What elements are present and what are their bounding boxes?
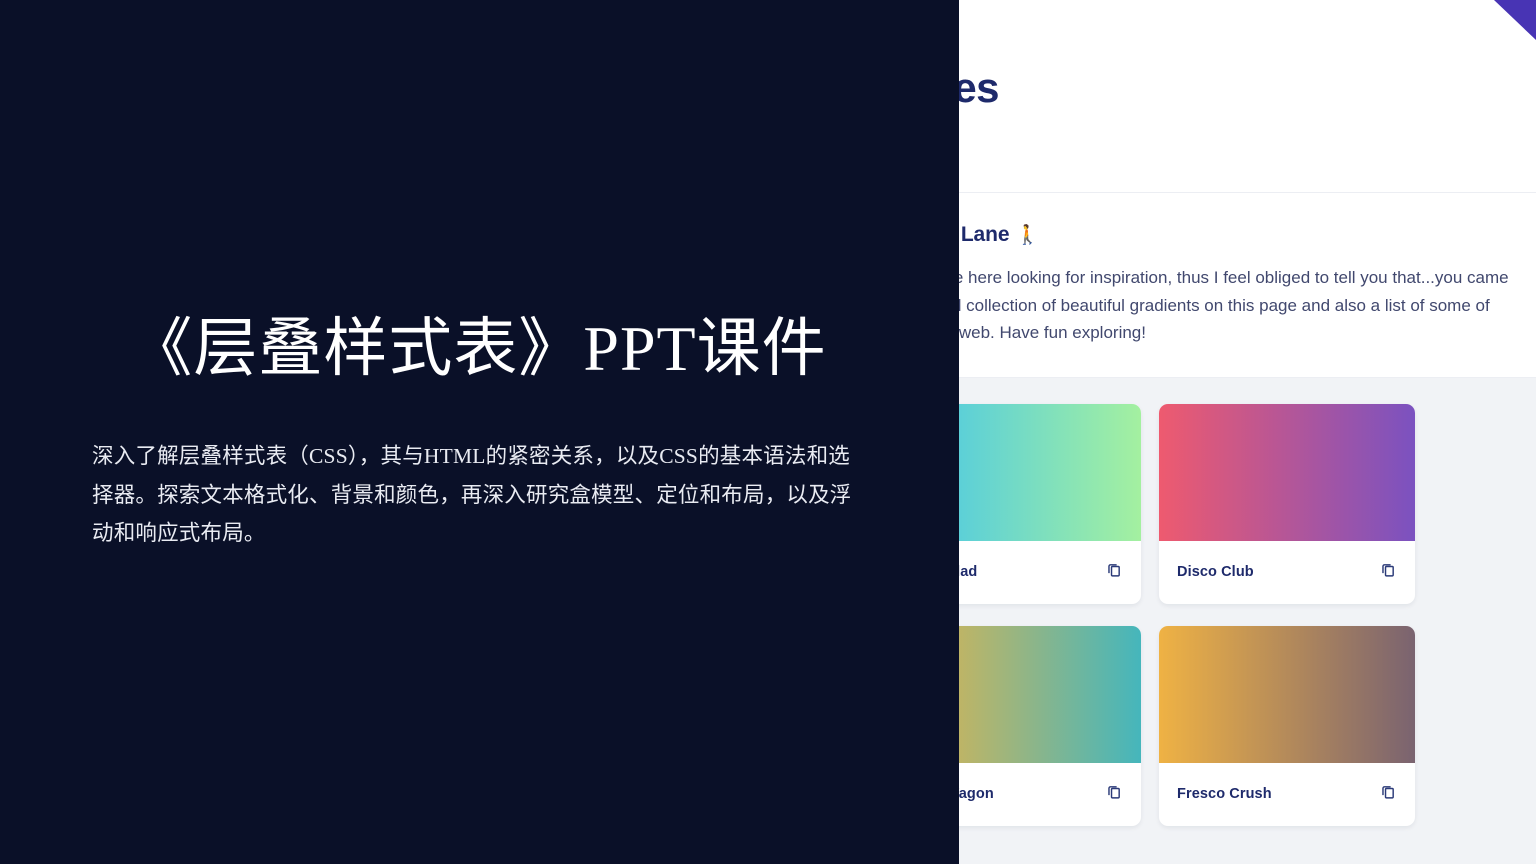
site-hero: GRADIENT SWATCHES Gradient Swatches: [959, 0, 1536, 193]
page-title: Gradient Swatches: [959, 64, 1000, 111]
swatch-grid-section: Deep Ocean Kale Salad: [959, 377, 1536, 864]
intro-heading: Take a colorful stroll on Gradient Lane🚶: [959, 223, 1476, 247]
swatch-card-footer: Disco Club: [1159, 541, 1415, 604]
slide-description: 深入了解层叠样式表（CSS），其与HTML的紧密关系，以及CSS的基本语法和选择…: [92, 444, 852, 545]
intro-section: Take a colorful stroll on Gradient Lane🚶…: [959, 193, 1536, 378]
copy-icon[interactable]: [1106, 561, 1123, 583]
copy-icon[interactable]: [1380, 783, 1397, 805]
swatch-gradient-preview[interactable]: [1159, 625, 1415, 763]
intro-body-text: Hey there, thanks for stopping by. You c…: [959, 268, 1509, 343]
copy-icon[interactable]: [1106, 783, 1123, 805]
swatch-card-footer: Fresco Crush: [1159, 763, 1415, 826]
swatch-card-footer: Kale Salad: [959, 541, 1141, 604]
swatch-card[interactable]: Fresco Crush: [1159, 625, 1415, 826]
screen: 《层叠样式表》PPT课件 深入了解层叠样式表（CSS），其与HTML的紧密关系，…: [0, 0, 1536, 864]
gradient-swatches-site-panel: GRADIENT SWATCHES Gradient Swatches Take…: [959, 0, 1536, 864]
walking-person-icon: 🚶: [1015, 225, 1040, 246]
swatch-card[interactable]: Kale Salad: [959, 403, 1141, 604]
swatch-name: Kale Salad: [959, 564, 978, 581]
intro-heading-text: Take a colorful stroll on Gradient Lane: [959, 223, 1010, 246]
corner-accent-triangle: [1494, 0, 1536, 40]
swatch-name: Fresco Crush: [1177, 786, 1272, 803]
site-canvas: GRADIENT SWATCHES Gradient Swatches Take…: [959, 0, 1536, 864]
swatch-card[interactable]: Retro Wagon: [959, 625, 1141, 826]
swatch-gradient-preview[interactable]: [959, 403, 1141, 541]
swatch-gradient-preview[interactable]: [1159, 403, 1415, 541]
swatch-name: Retro Wagon: [959, 786, 994, 803]
swatch-gradient-preview[interactable]: [959, 625, 1141, 763]
swatch-name: Disco Club: [1177, 564, 1254, 581]
slide-title: 《层叠样式表》PPT课件: [128, 312, 827, 384]
slide-content: 《层叠样式表》PPT课件 深入了解层叠样式表（CSS），其与HTML的紧密关系，…: [92, 0, 867, 864]
swatch-grid: Deep Ocean Kale Salad: [959, 403, 1496, 826]
hero-eyebrow: GRADIENT SWATCHES: [959, 30, 1476, 42]
copy-icon[interactable]: [1380, 561, 1397, 583]
swatch-card-footer: Retro Wagon: [959, 763, 1141, 826]
swatch-card[interactable]: Disco Club: [1159, 403, 1415, 604]
presentation-slide-panel: 《层叠样式表》PPT课件 深入了解层叠样式表（CSS），其与HTML的紧密关系，…: [0, 0, 959, 864]
